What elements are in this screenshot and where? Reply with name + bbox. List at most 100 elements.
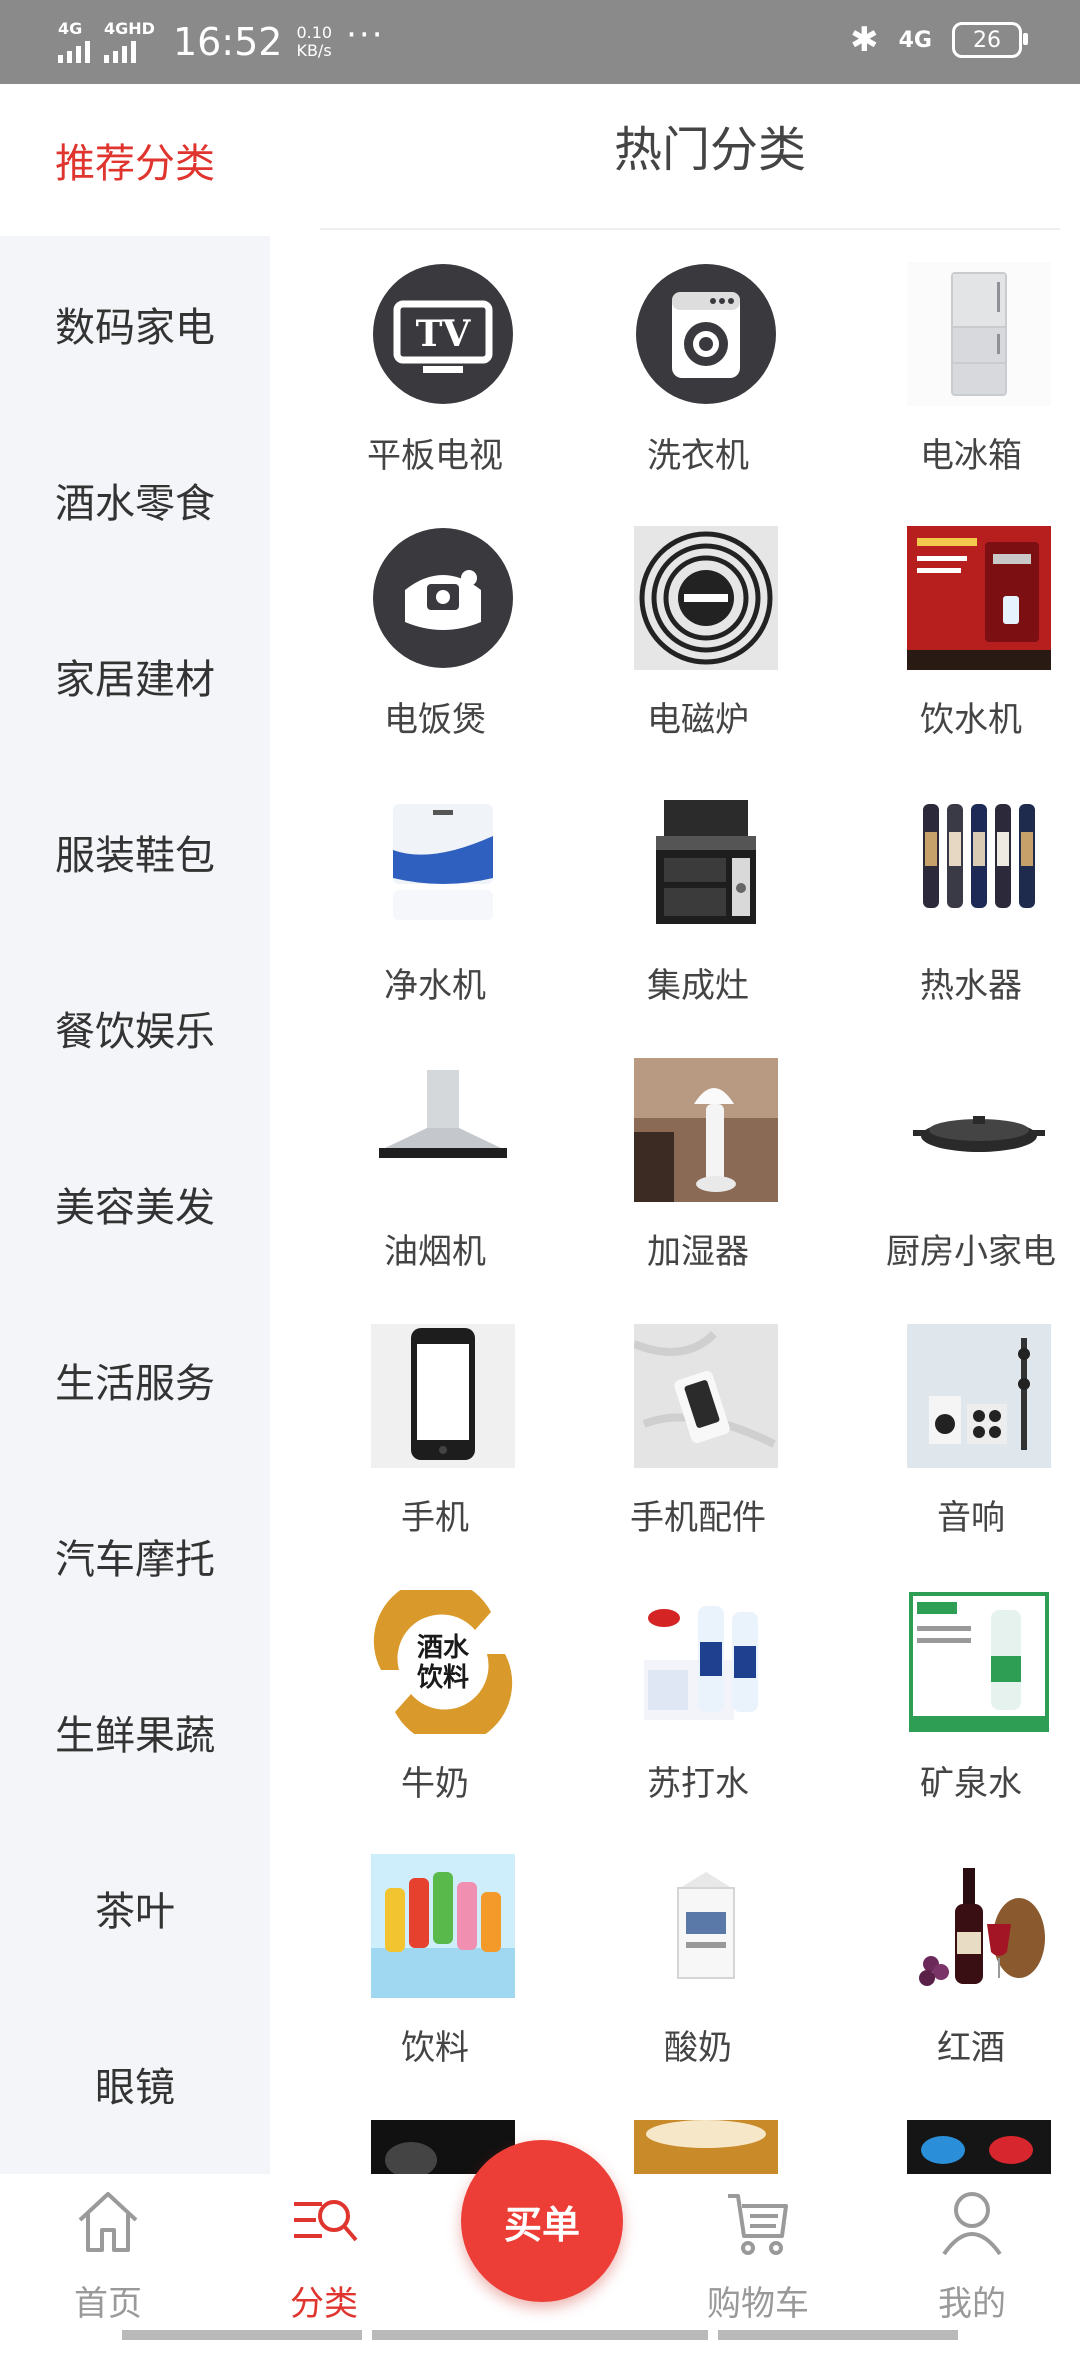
category-label: 平板电视	[367, 436, 503, 476]
category-item-phone[interactable]: 手机	[300, 1324, 570, 1574]
category-label: 红酒	[937, 2028, 1005, 2068]
network-speed: 0.10 KB/s	[296, 24, 332, 60]
range-hood-image	[371, 1058, 515, 1202]
sim1-signal-icon: 4G	[58, 21, 90, 63]
pay-button[interactable]: 买单	[461, 2140, 623, 2302]
clock: 16:52	[172, 20, 283, 64]
category-item-range-hood[interactable]: 油烟机	[300, 1058, 570, 1308]
category-label: 饮料	[401, 2028, 469, 2068]
water-dispenser-image	[907, 526, 1051, 670]
washing-machine-icon	[634, 262, 778, 406]
user-icon	[936, 2186, 1008, 2262]
nav-home[interactable]: 首页	[8, 2174, 208, 2340]
sidebar-item-label: 眼镜	[95, 2065, 175, 2111]
category-item-water-dispenser[interactable]: 饮水机	[836, 526, 1080, 776]
sidebar-item-label: 服装鞋包	[55, 833, 215, 879]
category-label: 净水机	[384, 966, 486, 1006]
integrated-stove-image	[634, 792, 778, 936]
partial-product-image	[634, 2120, 778, 2174]
sidebar-item-digital-appliances[interactable]: 数码家电	[0, 236, 270, 412]
sidebar-item-clothing-bags[interactable]: 服装鞋包	[0, 764, 270, 940]
category-item-rice-cooker[interactable]: 电饭煲	[300, 526, 570, 776]
sim2-signal-icon: 4GHD	[104, 21, 155, 63]
home-icon	[72, 2186, 144, 2262]
sidebar-item-label: 酒水零食	[55, 481, 215, 527]
sidebar-item-label: 茶叶	[95, 1889, 175, 1935]
category-item-soda-water[interactable]: 苏打水	[563, 1590, 833, 1840]
mineral-water-image	[907, 1590, 1051, 1734]
juice-bottles-image	[371, 1854, 515, 1998]
speed-value: 0.10	[296, 23, 333, 42]
category-item-washing-machine[interactable]: 洗衣机	[563, 262, 833, 512]
title-divider	[320, 228, 1060, 230]
category-label: 集成灶	[647, 966, 749, 1006]
sidebar-item-label: 美容美发	[55, 1185, 215, 1231]
sidebar-item-label: 餐饮娱乐	[55, 1009, 215, 1055]
category-label: 电磁炉	[647, 700, 749, 740]
category-item-induction-cooker[interactable]: 电磁炉	[563, 526, 833, 776]
cart-icon	[722, 2186, 794, 2262]
gesture-bar	[718, 2330, 958, 2340]
category-item-speakers[interactable]: 音响	[836, 1324, 1080, 1574]
category-item-humidifier[interactable]: 加湿器	[563, 1058, 833, 1308]
category-item-integrated-stove[interactable]: 集成灶	[563, 792, 833, 1042]
nav-mine[interactable]: 我的	[872, 2174, 1072, 2340]
svg-text:饮料: 饮料	[416, 1663, 469, 1693]
nav-category-label: 分类	[290, 2284, 358, 2324]
category-item-tv[interactable]: TV 平板电视	[300, 262, 570, 512]
speed-unit: KB/s	[296, 41, 332, 60]
soda-water-image	[634, 1590, 778, 1734]
category-label: 电冰箱	[920, 436, 1022, 476]
partial-product-image	[907, 2120, 1051, 2174]
category-sidebar: 推荐分类 数码家电 酒水零食 家居建材 服装鞋包 餐饮娱乐 美容美发 生活服务 …	[0, 84, 270, 2174]
grill-image	[907, 1058, 1051, 1202]
sidebar-item-label: 生活服务	[55, 1361, 215, 1407]
category-item-water-heater[interactable]: 热水器	[836, 792, 1080, 1042]
category-item-kitchen-appliances[interactable]: 厨房小家电	[836, 1058, 1080, 1308]
sidebar-item-dining-entertainment[interactable]: 餐饮娱乐	[0, 940, 270, 1116]
category-label: 油烟机	[384, 1232, 486, 1272]
sidebar-item-drinks-snacks[interactable]: 酒水零食	[0, 412, 270, 588]
category-label: 酸奶	[664, 2028, 732, 2068]
sidebar-item-beauty-hair[interactable]: 美容美发	[0, 1116, 270, 1292]
category-label: 矿泉水	[920, 1764, 1022, 1804]
category-label: 洗衣机	[647, 436, 749, 476]
category-label: 热水器	[920, 966, 1022, 1006]
water-heater-image	[907, 792, 1051, 936]
category-item-phone-accessories[interactable]: 手机配件	[563, 1324, 833, 1574]
category-item-beverages[interactable]: 饮料	[300, 1854, 570, 2104]
network-4g-icon: 4G	[898, 27, 932, 53]
nav-cart-label: 购物车	[707, 2284, 809, 2324]
category-item-mineral-water[interactable]: 矿泉水	[836, 1590, 1080, 1840]
category-item-water-purifier[interactable]: 净水机	[300, 792, 570, 1042]
more-notifications-icon: ···	[346, 15, 385, 55]
sidebar-item-auto-moto[interactable]: 汽车摩托	[0, 1468, 270, 1644]
category-label: 手机配件	[630, 1498, 766, 1538]
sidebar-item-fresh-produce[interactable]: 生鲜果蔬	[0, 1644, 270, 1820]
category-label: 厨房小家电	[886, 1232, 1056, 1272]
gesture-bar	[372, 2330, 708, 2340]
category-item-refrigerator[interactable]: 电冰箱	[836, 262, 1080, 512]
rice-cooker-icon	[371, 526, 515, 670]
yogurt-carton-image	[634, 1854, 778, 1998]
induction-cooker-icon	[634, 526, 778, 670]
sidebar-item-tea[interactable]: 茶叶	[0, 1820, 270, 1996]
category-item-red-wine[interactable]: 红酒	[836, 1854, 1080, 2104]
nav-category[interactable]: 分类	[224, 2174, 424, 2340]
sidebar-item-life-services[interactable]: 生活服务	[0, 1292, 270, 1468]
sidebar-item-label: 推荐分类	[55, 141, 215, 187]
category-label: 电饭煲	[384, 700, 486, 740]
nav-home-label: 首页	[74, 2284, 142, 2324]
drinks-logo-image: 酒水 饮料	[371, 1590, 515, 1734]
sidebar-item-label: 数码家电	[55, 305, 215, 351]
sidebar-item-recommended[interactable]: 推荐分类	[0, 84, 270, 236]
category-item-yogurt[interactable]: 酸奶	[563, 1854, 833, 2104]
category-label: 加湿器	[647, 1232, 749, 1272]
sidebar-item-glasses[interactable]: 眼镜	[0, 1996, 270, 2172]
category-item-milk[interactable]: 酒水 饮料 牛奶	[300, 1590, 570, 1840]
sidebar-item-home-building[interactable]: 家居建材	[0, 588, 270, 764]
phone-accessory-image	[634, 1324, 778, 1468]
svg-text:酒水: 酒水	[417, 1633, 470, 1663]
nav-cart[interactable]: 购物车	[658, 2174, 858, 2340]
red-wine-image	[907, 1854, 1051, 1998]
